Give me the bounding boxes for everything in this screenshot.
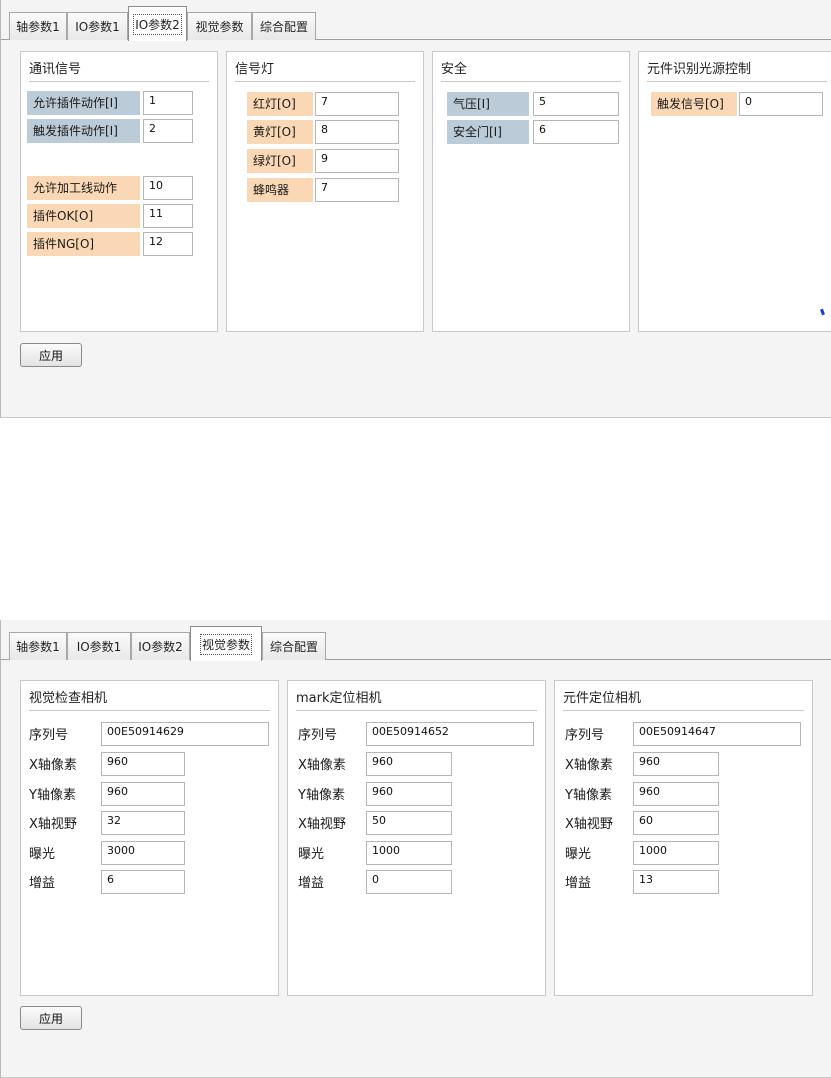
serial-number-input[interactable] — [633, 722, 801, 746]
tab-vision-params[interactable]: 视觉参数 — [190, 626, 262, 661]
tab-io-params-2[interactable]: IO参数2 — [128, 6, 187, 41]
gain-label: 增益 — [29, 876, 56, 891]
serial-number-input[interactable] — [366, 722, 534, 746]
comm-signal-panel: 通讯信号 允许插件动作[I] 触发插件动作[I] 允许加工线动作 插件OK[O]… — [20, 51, 218, 332]
x-fov-label: X轴视野 — [565, 817, 613, 832]
gain-input[interactable] — [101, 870, 185, 894]
gain-label: 增益 — [565, 876, 592, 891]
component-camera-panel: 元件定位相机 序列号 X轴像素 Y轴像素 X轴视野 曝光 增益 — [554, 680, 813, 996]
y-pixels-input[interactable] — [101, 782, 185, 806]
tab-general-config[interactable]: 综合配置 — [262, 632, 326, 660]
trigger-signal-input[interactable] — [739, 92, 823, 116]
io-params-window: 轴参数1 IO参数1 IO参数2 视觉参数 综合配置 通讯信号 允许插件动作[I… — [0, 0, 831, 418]
x-pixels-label: X轴像素 — [298, 758, 346, 773]
red-light-input[interactable] — [315, 92, 399, 116]
tab-io-params-1[interactable]: IO参数1 — [67, 632, 131, 660]
red-light-label: 红灯[O] — [247, 92, 313, 116]
allow-insert-action-input[interactable] — [143, 91, 193, 115]
exposure-label: 曝光 — [298, 847, 325, 862]
x-fov-input[interactable] — [101, 811, 185, 835]
green-light-label: 绿灯[O] — [247, 149, 313, 173]
panel-title: 元件定位相机 — [563, 689, 804, 711]
x-fov-label: X轴视野 — [298, 817, 346, 832]
yellow-light-label: 黄灯[O] — [247, 120, 313, 144]
exposure-label: 曝光 — [29, 847, 56, 862]
gain-label: 增益 — [298, 876, 325, 891]
y-pixels-label: Y轴像素 — [565, 788, 612, 803]
x-pixels-input[interactable] — [366, 752, 452, 776]
mark-camera-panel: mark定位相机 序列号 X轴像素 Y轴像素 X轴视野 曝光 增益 — [287, 680, 546, 996]
vision-params-window: 轴参数1 IO参数1 IO参数2 视觉参数 综合配置 视觉检查相机 序列号 X轴… — [0, 620, 831, 1078]
insert-ng-input[interactable] — [143, 232, 193, 256]
trigger-signal-label: 触发信号[O] — [651, 92, 737, 116]
panel-title: 元件识别光源控制 — [647, 60, 827, 82]
y-pixels-label: Y轴像素 — [298, 788, 345, 803]
signal-light-panel: 信号灯 红灯[O] 黄灯[O] 绿灯[O] 蜂鸣器 — [226, 51, 424, 332]
x-pixels-label: X轴像素 — [29, 758, 77, 773]
allow-line-action-input[interactable] — [143, 176, 193, 200]
panel-title: mark定位相机 — [296, 689, 537, 711]
y-pixels-input[interactable] — [633, 782, 719, 806]
light-source-panel: 元件识别光源控制 触发信号[O] — [638, 51, 831, 332]
tab-io-params-1[interactable]: IO参数1 — [67, 12, 128, 40]
exposure-input[interactable] — [366, 841, 452, 865]
panel-title: 通讯信号 — [29, 60, 209, 82]
serial-number-input[interactable] — [101, 722, 269, 746]
tab-bar: 轴参数1 IO参数1 IO参数2 视觉参数 综合配置 — [1, 620, 831, 661]
safety-panel: 安全 气压[I] 安全门[I] — [432, 51, 630, 332]
serial-number-label: 序列号 — [565, 728, 605, 743]
x-pixels-label: X轴像素 — [565, 758, 613, 773]
gain-input[interactable] — [366, 870, 452, 894]
air-pressure-input[interactable] — [533, 92, 619, 116]
insert-ok-label: 插件OK[O] — [27, 204, 140, 228]
tab-axis-params-1[interactable]: 轴参数1 — [9, 632, 67, 660]
y-pixels-label: Y轴像素 — [29, 788, 76, 803]
insert-ng-label: 插件NG[O] — [27, 232, 140, 256]
buzzer-label: 蜂鸣器 — [247, 178, 313, 202]
apply-button[interactable]: 应用 — [20, 1006, 82, 1030]
tab-axis-params-1[interactable]: 轴参数1 — [9, 12, 67, 40]
serial-number-label: 序列号 — [298, 728, 338, 743]
allow-line-action-label: 允许加工线动作 — [27, 176, 140, 200]
trigger-insert-action-input[interactable] — [143, 119, 193, 143]
y-pixels-input[interactable] — [366, 782, 452, 806]
x-pixels-input[interactable] — [101, 752, 185, 776]
panel-title: 安全 — [441, 60, 621, 82]
inspection-camera-panel: 视觉检查相机 序列号 X轴像素 Y轴像素 X轴视野 曝光 增益 — [20, 680, 279, 996]
serial-number-label: 序列号 — [29, 728, 69, 743]
exposure-label: 曝光 — [565, 847, 592, 862]
x-fov-input[interactable] — [633, 811, 719, 835]
tab-io-params-2[interactable]: IO参数2 — [131, 632, 190, 660]
exposure-input[interactable] — [633, 841, 719, 865]
gain-input[interactable] — [633, 870, 719, 894]
safety-door-label: 安全门[I] — [447, 120, 529, 144]
x-fov-label: X轴视野 — [29, 817, 77, 832]
insert-ok-input[interactable] — [143, 204, 193, 228]
tab-vision-params[interactable]: 视觉参数 — [187, 12, 252, 40]
tab-bar: 轴参数1 IO参数1 IO参数2 视觉参数 综合配置 — [1, 0, 831, 41]
safety-door-input[interactable] — [533, 120, 619, 144]
trigger-insert-action-label: 触发插件动作[I] — [27, 119, 140, 143]
panel-title: 信号灯 — [235, 60, 415, 82]
apply-button[interactable]: 应用 — [20, 343, 82, 367]
x-fov-input[interactable] — [366, 811, 452, 835]
x-pixels-input[interactable] — [633, 752, 719, 776]
panel-title: 视觉检查相机 — [29, 689, 270, 711]
air-pressure-label: 气压[I] — [447, 92, 529, 116]
yellow-light-input[interactable] — [315, 120, 399, 144]
tab-general-config[interactable]: 综合配置 — [252, 12, 316, 40]
exposure-input[interactable] — [101, 841, 185, 865]
buzzer-input[interactable] — [315, 178, 399, 202]
allow-insert-action-label: 允许插件动作[I] — [27, 91, 140, 115]
green-light-input[interactable] — [315, 149, 399, 173]
